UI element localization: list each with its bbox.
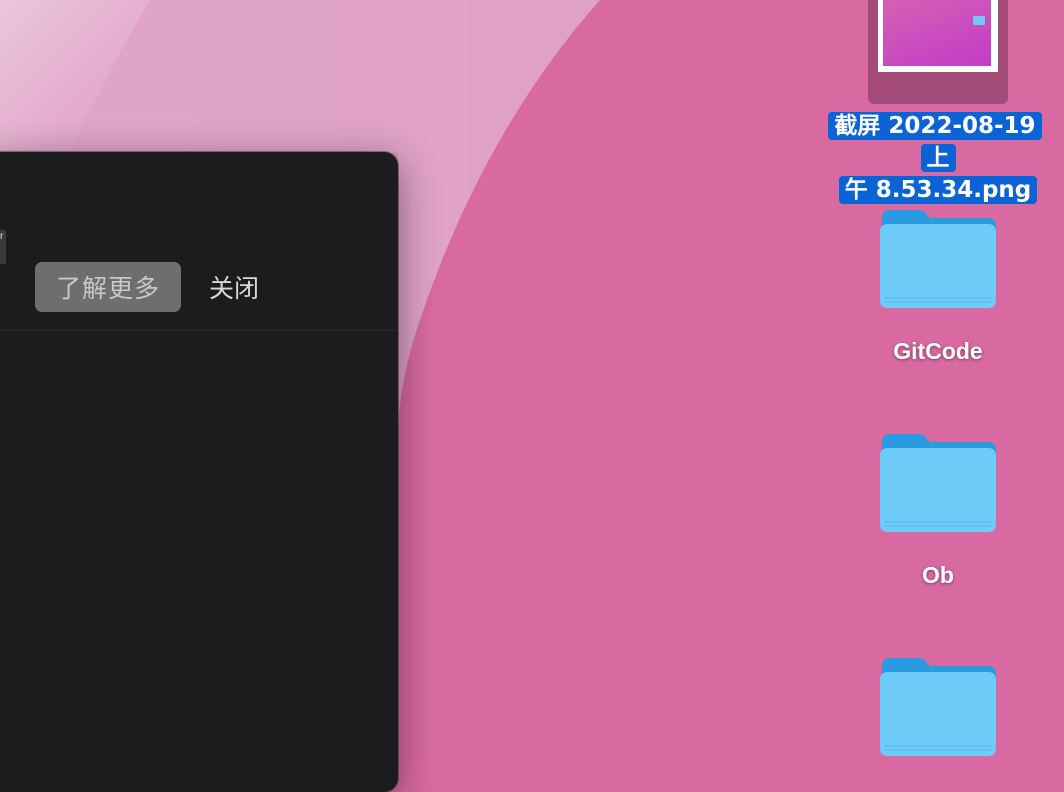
thumbnail-image (883, 0, 991, 66)
learn-more-button[interactable]: 了解更多 (35, 262, 181, 312)
dialog-button-bar: 了解更多 关闭 (0, 252, 398, 331)
dark-dialog-window: r 了解更多 关闭 (0, 152, 398, 792)
folder-icon-graphic (880, 658, 996, 756)
folder-label[interactable]: Ob (840, 562, 1036, 589)
screenshot-file-label[interactable]: 截屏 2022-08-19 上 午 8.53.34.png (816, 110, 1060, 206)
file-name-line2: 午 8.53.34.png (838, 176, 1038, 204)
folder-label[interactable]: GitCode (840, 338, 1036, 365)
screenshot-file-icon[interactable] (868, 0, 1008, 104)
file-name-line1: 截屏 2022-08-19 上 (828, 112, 1042, 172)
folder-icon-graphic (880, 434, 996, 532)
folder-icon[interactable] (878, 208, 998, 308)
folder-icon-graphic (880, 210, 996, 308)
close-button[interactable]: 关闭 (196, 262, 272, 312)
folder-icon[interactable] (878, 432, 998, 532)
screenshot-thumbnail (878, 0, 998, 72)
mini-folder-icon (973, 16, 985, 25)
folder-icon[interactable] (878, 656, 998, 756)
desktop-icons: 截屏 2022-08-19 上 午 8.53.34.png GitCode Ob (800, 0, 1064, 776)
